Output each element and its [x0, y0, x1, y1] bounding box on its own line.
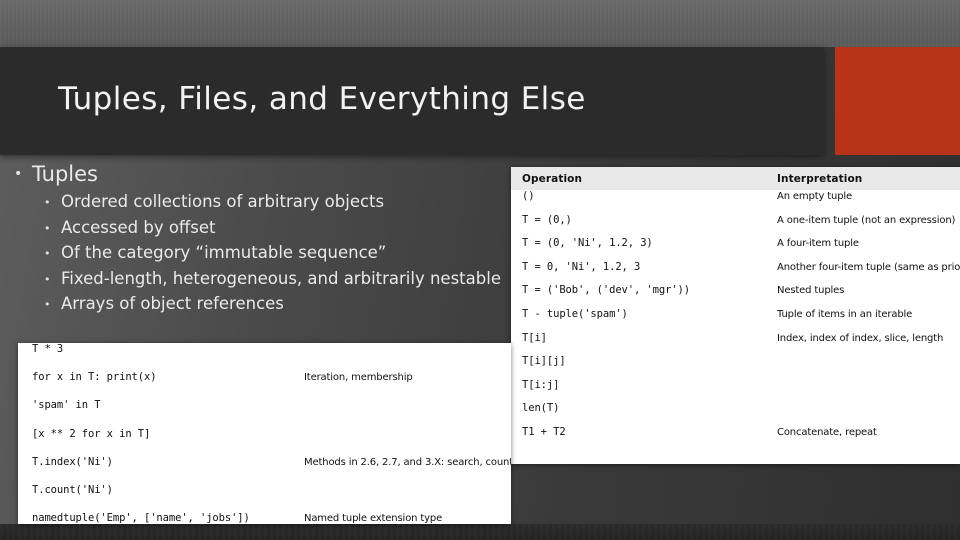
table-row: T = ('Bob', ('dev', 'mgr')) Nested tuples — [511, 284, 960, 308]
cell-interpretation: Methods in 2.6, 2.7, and 3.X: search, co… — [304, 456, 511, 468]
cell-operation: T[i][j] — [522, 355, 566, 368]
cell-interpretation: Nested tuples — [777, 285, 845, 297]
cell-operation: T[i:j] — [522, 378, 560, 391]
cell-operation: () — [522, 190, 535, 202]
table-row: for x in T: print(x) Iteration, membershi… — [18, 371, 511, 399]
table-row: T = (0, 'Ni', 1.2, 3) A four-item tuple — [511, 237, 960, 261]
outline-item-level2: • Of the category “immutable sequence” — [10, 240, 530, 266]
cell-interpretation: An empty tuple — [777, 191, 853, 202]
cell-interpretation: Tuple of items in an iterable — [777, 308, 913, 320]
bullet-outline: • Tuples • Ordered collections of arbitr… — [10, 160, 530, 317]
cell-operation: T = (0,) — [522, 213, 572, 226]
table-row: T1 + T2 Concatenate, repeat — [511, 426, 960, 450]
cell-interpretation: Iteration, membership — [304, 372, 413, 384]
cell-operation: [x ** 2 for x in T] — [32, 427, 151, 440]
bullet-dot-icon: • — [44, 298, 51, 311]
bullet-dot-icon: • — [44, 196, 51, 209]
table-row: namedtuple('Emp', ['name', 'jobs']) Named… — [18, 512, 511, 524]
cell-operation: 'spam' in T — [32, 399, 101, 412]
table-row: T[i] Index, index of index, slice, length — [511, 332, 960, 356]
table-body-right: () An empty tuple T = (0,) A one-item tuple… — [511, 190, 960, 450]
bullet-dot-icon: • — [44, 272, 51, 286]
table-row: () An empty tuple — [511, 190, 960, 214]
outline-item-level2: • Accessed by offset — [10, 215, 530, 241]
top-decoration-strip — [0, 0, 960, 47]
column-header-operation: Operation — [522, 173, 583, 185]
outline-item-level2: • Fixed-length, heterogeneous, and arbit… — [10, 266, 530, 292]
bullet-dot-icon: • — [44, 247, 51, 260]
bottom-decoration-band — [0, 524, 960, 540]
table-row: len(T) — [511, 402, 960, 426]
cell-operation: T1 + T2 — [522, 425, 566, 438]
outline-item-level1: • Tuples — [10, 160, 530, 189]
slide-canvas: Tuples, Files, and Everything Else • Tup… — [0, 0, 960, 540]
cell-interpretation: Index, index of index, slice, length — [777, 332, 944, 344]
table-row: T - tuple('spam') Tuple of items in an it… — [511, 308, 960, 332]
column-header-interpretation: Interpretation — [777, 173, 863, 185]
cell-interpretation: Another four-item tuple (same as prior l… — [777, 261, 960, 273]
table-row: T = (0,) A one-item tuple (not an express… — [511, 214, 960, 238]
accent-block — [835, 47, 960, 155]
table-row: [x ** 2 for x in T] — [18, 428, 511, 456]
outline-item-label: Fixed-length, heterogeneous, and arbitra… — [61, 268, 501, 288]
outline-item-label: Tuples — [32, 162, 98, 186]
table-row: 'spam' in T — [18, 399, 511, 427]
slide-title: Tuples, Files, and Everything Else — [58, 81, 586, 117]
cell-interpretation: A four-item tuple — [777, 238, 859, 250]
tuple-operations-table-continued: T * 3 for x in T: print(x) Iteration, memb… — [18, 343, 511, 524]
table-row: T.count('Ni') — [18, 484, 511, 512]
cell-interpretation: A one-item tuple (not an expression) — [777, 214, 956, 226]
outline-item-level2: • Ordered collections of arbitrary objec… — [10, 189, 530, 215]
cell-operation: T = ('Bob', ('dev', 'mgr')) — [522, 284, 690, 297]
cell-interpretation: Named tuple extension type — [304, 513, 443, 524]
outline-item-level2: • Arrays of object references — [10, 291, 530, 317]
outline-item-label: Of the category “immutable sequence” — [61, 243, 387, 262]
cell-interpretation: Concatenate, repeat — [777, 426, 877, 438]
outline-item-label: Accessed by offset — [61, 217, 216, 237]
cell-operation: for x in T: print(x) — [32, 371, 157, 384]
table-row: T[i][j] — [511, 355, 960, 379]
bullet-dot-icon: • — [14, 166, 23, 182]
table-row: T * 3 — [18, 343, 511, 371]
cell-operation: T * 3 — [32, 343, 64, 355]
outline-item-label: Arrays of object references — [61, 294, 284, 313]
cell-operation: T = 0, 'Ni', 1.2, 3 — [522, 260, 641, 273]
outline-item-label: Ordered collections of arbitrary objects — [61, 192, 385, 211]
tuple-operations-table: Operation Interpretation () An empty tupl… — [511, 167, 960, 464]
cell-operation: namedtuple('Emp', ['name', 'jobs']) — [32, 512, 250, 524]
table-row: T = 0, 'Ni', 1.2, 3 Another four-item tup… — [511, 261, 960, 285]
cell-operation: T.count('Ni') — [32, 483, 113, 496]
table-body-left: T * 3 for x in T: print(x) Iteration, memb… — [18, 343, 511, 524]
bullet-dot-icon: • — [44, 221, 51, 235]
table-row: T.index('Ni') Methods in 2.6, 2.7, and 3.… — [18, 456, 511, 484]
cell-operation: len(T) — [522, 402, 560, 415]
table-header-row: Operation Interpretation — [511, 167, 960, 190]
table-row: T[i:j] — [511, 379, 960, 403]
cell-operation: T.index('Ni') — [32, 455, 113, 468]
cell-operation: T - tuple('spam') — [522, 307, 628, 320]
cell-operation: T[i] — [522, 331, 547, 344]
cell-operation: T = (0, 'Ni', 1.2, 3) — [522, 237, 653, 250]
